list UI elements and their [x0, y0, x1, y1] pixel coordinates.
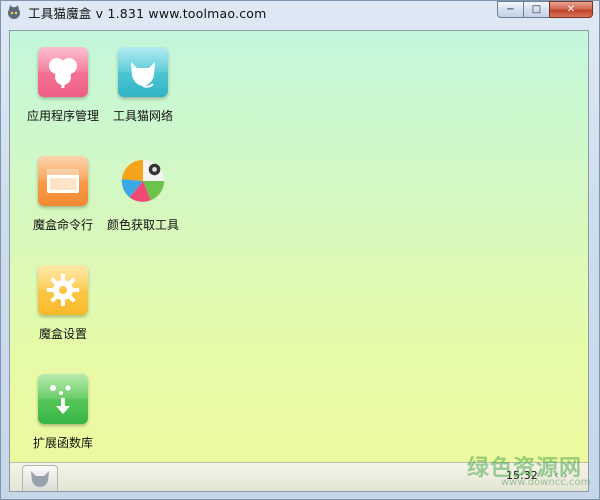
icon-label: 魔盒设置: [38, 327, 87, 341]
close-icon: ✕: [566, 4, 576, 15]
window-controls: − □ ✕: [497, 1, 593, 18]
icon-label: 扩展函数库: [32, 436, 93, 450]
close-button[interactable]: ✕: [549, 1, 593, 18]
window-icon: [38, 156, 88, 206]
clover-icon: [38, 47, 88, 97]
window-title: 工具猫魔盒 v 1.831 www.toolmao.com: [28, 5, 267, 21]
minimize-icon: −: [506, 4, 515, 15]
icon-label: 魔盒命令行: [32, 218, 93, 232]
title-bar[interactable]: 工具猫魔盒 v 1.831 www.toolmao.com − □ ✕: [1, 1, 599, 23]
download-icon: [38, 374, 88, 424]
icon-label: 工具猫网络: [112, 109, 173, 123]
desktop-icon-extensions[interactable]: 扩展函数库: [18, 374, 108, 451]
maximize-icon: □: [531, 4, 542, 15]
desktop-area: 应用程序管理 工具猫网络 魔盒命令行 颜色获取工具 魔盒设置 扩展函数库 15:…: [9, 30, 589, 492]
desktop-icon-color-picker[interactable]: 颜色获取工具: [98, 156, 188, 233]
maximize-button[interactable]: □: [523, 1, 549, 18]
cat-logo-icon[interactable]: [22, 465, 58, 491]
gear-icon: [38, 265, 88, 315]
cat-app-icon[interactable]: [6, 4, 22, 20]
desktop-icon-console[interactable]: 魔盒命令行: [18, 156, 108, 233]
desktop-icon-settings[interactable]: 魔盒设置: [18, 265, 108, 342]
desktop-icon-toolmao-net[interactable]: 工具猫网络: [98, 47, 188, 124]
icon-label: 颜色获取工具: [106, 218, 179, 232]
minimize-button[interactable]: −: [497, 1, 523, 18]
watermark-url: www.downcc.com: [501, 477, 591, 488]
cat-icon: [118, 47, 168, 97]
desktop-icon-app-manager[interactable]: 应用程序管理: [18, 47, 108, 124]
app-window: 工具猫魔盒 v 1.831 www.toolmao.com − □ ✕ 应用程序…: [0, 0, 600, 500]
icon-label: 应用程序管理: [26, 109, 99, 123]
color-wheel-icon: [118, 156, 168, 206]
